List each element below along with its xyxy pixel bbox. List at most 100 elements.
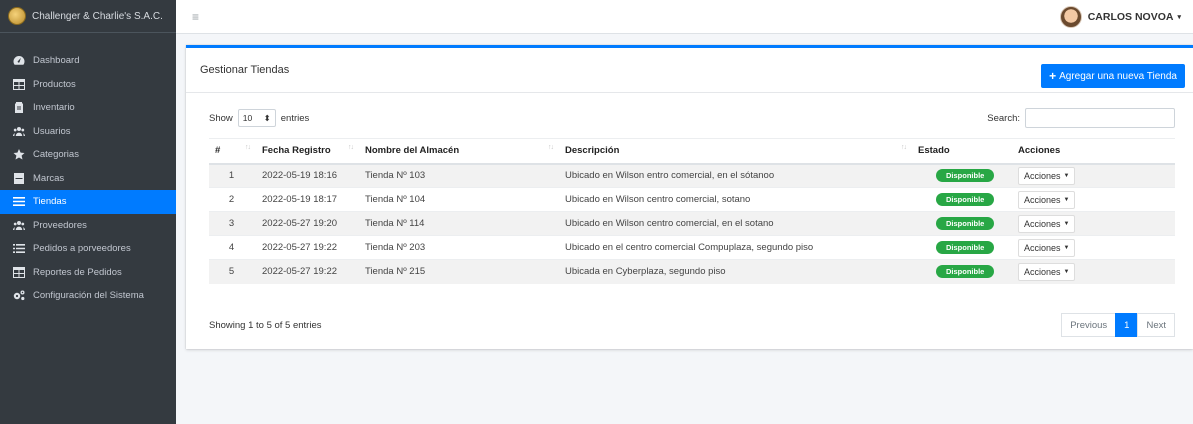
sort-asc-icon: ↑↓ (245, 144, 251, 151)
caret-down-icon: ▼ (1063, 244, 1070, 251)
column-header-fecha[interactable]: Fecha Registro ↑↓ (254, 138, 357, 165)
brand-link[interactable]: Challenger & Charlie's S.A.C. (0, 0, 176, 33)
table-icon (12, 78, 25, 90)
sidebar-item-label: Inventario (33, 102, 75, 114)
cell-number: 3 (209, 211, 254, 236)
actions-label: Acciones (1024, 242, 1061, 253)
sidebar-item-label: Marcas (33, 172, 65, 184)
sidebar-item-tiendas[interactable]: Tiendas (0, 190, 176, 214)
column-header-label: Fecha Registro (262, 145, 331, 157)
column-header-number[interactable]: # ↑↓ (209, 138, 254, 165)
column-header-label: Nombre del Almacén (365, 145, 460, 157)
hamburger-icon[interactable]: ≡ (192, 10, 199, 24)
caret-down-icon: ▼ (1063, 268, 1070, 275)
actions-dropdown-button[interactable]: Acciones ▼ (1018, 166, 1076, 185)
actions-dropdown-button[interactable]: Acciones ▼ (1018, 214, 1076, 233)
column-header-label: Descripción (565, 145, 620, 157)
page-title: Gestionar Tiendas (200, 64, 290, 76)
table-info: Showing 1 to 5 of 5 entries (209, 319, 322, 331)
users-icon (12, 220, 25, 231)
chevron-down-icon: ▾ (1177, 13, 1181, 21)
cell-descripcion: Ubicado en Wilson centro comercial, sota… (557, 187, 910, 212)
status-badge: Disponible (936, 265, 995, 279)
cell-acciones: Acciones ▼ (1010, 211, 1175, 236)
sidebar-item-configuracion[interactable]: Configuración del Sistema (0, 284, 176, 308)
cell-estado: Disponible (910, 163, 1010, 188)
avatar (1059, 5, 1082, 28)
add-store-label: Agregar una nueva Tienda (1059, 70, 1177, 82)
sidebar-item-pedidos[interactable]: Pedidos a porveedores (0, 237, 176, 261)
sort-icon: ↑↓ (901, 144, 907, 151)
sidebar-item-label: Productos (33, 78, 76, 90)
sidebar-item-label: Categorias (33, 149, 79, 161)
tachometer-icon (12, 55, 25, 66)
cell-descripcion: Ubicado en Wilson centro comercial, en e… (557, 211, 910, 236)
sidebar-item-inventario[interactable]: Inventario (0, 96, 176, 120)
sidebar-item-marcas[interactable]: Marcas (0, 167, 176, 191)
cell-acciones: Acciones ▼ (1010, 163, 1175, 188)
brand-name: Challenger & Charlie's S.A.C. (32, 10, 163, 22)
sidebar-item-label: Dashboard (33, 55, 80, 67)
cell-fecha: 2022-05-27 19:20 (254, 211, 357, 236)
cell-nombre: Tienda Nº 215 (357, 259, 557, 284)
stores-card: Gestionar Tiendas + Agregar una nueva Ti… (186, 45, 1193, 349)
entries-select[interactable]: 10 ⬍ (237, 109, 276, 127)
cell-fecha: 2022-05-27 19:22 (254, 259, 357, 284)
cell-nombre: Tienda Nº 203 (357, 235, 557, 260)
column-header-nombre[interactable]: Nombre del Almacén ↑↓ (357, 138, 557, 165)
status-badge: Disponible (936, 169, 995, 183)
actions-label: Acciones (1024, 266, 1061, 277)
sidebar-item-categorias[interactable]: Categorias (0, 143, 176, 167)
pagination: Previous 1 Next (1061, 313, 1175, 337)
brand-logo-icon (8, 7, 26, 25)
cell-nombre: Tienda Nº 104 (357, 187, 557, 212)
table-row: 5 2022-05-27 19:22 Tienda Nº 215 Ubicada… (209, 259, 1175, 284)
caret-down-icon: ▼ (1063, 172, 1070, 179)
cell-number: 1 (209, 163, 254, 188)
table-controls: Show 10 ⬍ entries Search: (186, 108, 1193, 128)
actions-dropdown-button[interactable]: Acciones ▼ (1018, 190, 1076, 209)
add-store-button[interactable]: + Agregar una nueva Tienda (1041, 64, 1185, 88)
pagination-previous[interactable]: Previous (1061, 313, 1117, 337)
cell-fecha: 2022-05-19 18:16 (254, 163, 357, 188)
cell-descripcion: Ubicado en Wilson entro comercial, en el… (557, 163, 910, 188)
cell-descripcion: Ubicada en Cyberplaza, segundo piso (557, 259, 910, 284)
sidebar-nav: Dashboard Productos Inventario Usuarios … (0, 33, 176, 308)
pagination-page-1[interactable]: 1 (1115, 313, 1139, 337)
status-badge: Disponible (936, 241, 995, 254)
sidebar-item-reportes[interactable]: Reportes de Pedidos (0, 261, 176, 285)
cell-number: 2 (209, 187, 254, 212)
table-header-row: # ↑↓ Fecha Registro ↑↓ Nombre del Almacén ↑… (209, 138, 1175, 165)
user-name: CARLOS NOVOA (1087, 10, 1174, 23)
table-row: 1 2022-05-19 18:16 Tienda Nº 103 Ubicado… (209, 163, 1175, 188)
search-label: Search: (987, 112, 1020, 124)
sidebar-item-dashboard[interactable]: Dashboard (0, 49, 176, 73)
entries-select-value: 10 (242, 113, 253, 123)
cell-nombre: Tienda Nº 103 (357, 163, 557, 188)
table-row: 4 2022-05-27 19:22 Tienda Nº 203 Ubicado… (209, 235, 1175, 260)
cell-descripcion: Ubicado en el centro comercial Compuplaz… (557, 235, 910, 260)
table-row: 2 2022-05-19 18:17 Tienda Nº 104 Ubicado… (209, 187, 1175, 212)
cell-number: 5 (209, 259, 254, 284)
table-footer: Showing 1 to 5 of 5 entries Previous 1 N… (209, 313, 1175, 337)
pagination-next[interactable]: Next (1137, 313, 1175, 337)
sidebar-item-usuarios[interactable]: Usuarios (0, 120, 176, 144)
list-icon (12, 243, 25, 254)
user-menu[interactable]: CARLOS NOVOA ▾ (1059, 5, 1181, 28)
actions-label: Acciones (1024, 170, 1061, 181)
topbar: ≡ CARLOS NOVOA ▾ (176, 0, 1193, 34)
stores-table: # ↑↓ Fecha Registro ↑↓ Nombre del Almacén ↑… (209, 138, 1175, 284)
actions-label: Acciones (1024, 218, 1061, 229)
cell-acciones: Acciones ▼ (1010, 187, 1175, 212)
search-box: Search: (987, 108, 1175, 128)
cell-estado: Disponible (910, 211, 1010, 236)
sort-icon: ↑↓ (348, 144, 354, 151)
column-header-descripcion[interactable]: Descripción ↑↓ (557, 138, 910, 165)
search-input[interactable] (1025, 108, 1175, 128)
sidebar-item-productos[interactable]: Productos (0, 73, 176, 97)
sidebar-item-proveedores[interactable]: Proveedores (0, 214, 176, 238)
entries-length: Show 10 ⬍ entries (209, 109, 309, 127)
actions-dropdown-button[interactable]: Acciones ▼ (1018, 262, 1076, 281)
cell-acciones: Acciones ▼ (1010, 259, 1175, 284)
actions-dropdown-button[interactable]: Acciones ▼ (1018, 238, 1076, 257)
